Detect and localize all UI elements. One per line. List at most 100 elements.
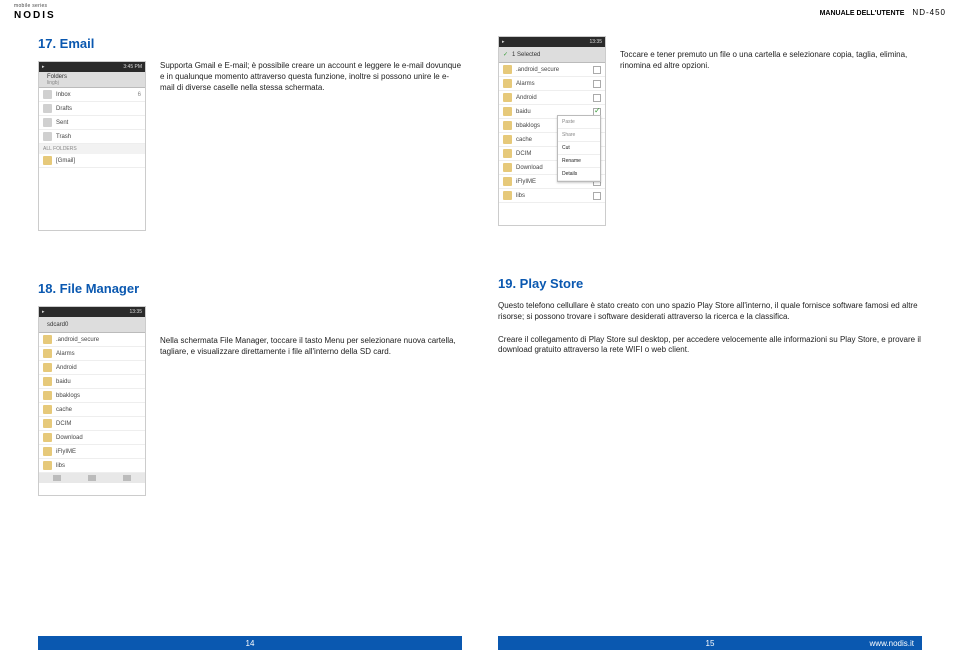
menu-item-details[interactable]: Details (558, 168, 600, 181)
content-left: 17. Email ▸ 3:45 PM Folders lingbj Inbox… (38, 36, 462, 620)
folder-icon (43, 156, 52, 165)
brand-block: mobile series NODIS (14, 3, 56, 21)
mail-icon (43, 132, 52, 141)
file-row[interactable]: .android_secure (39, 333, 145, 347)
screenshot-filemgr: ▸ 13:35 sdcard0 .android_secureAlarmsAnd… (38, 306, 146, 496)
selected-count: 1 Selected (512, 52, 540, 58)
folder-icon (503, 79, 512, 88)
section-19-p1: Toccare e tener premuto un file o una ca… (620, 36, 922, 72)
screenshot-selection: ▸ 13:35 ✓ 1 Selected .android_secureAlar… (498, 36, 606, 226)
file-row[interactable]: bbaklogs (39, 389, 145, 403)
sort-button[interactable] (53, 475, 61, 481)
page-header-right: MANUALE DELL'UTENTE ND-450 (480, 0, 960, 24)
folder-row[interactable]: Drafts (39, 102, 145, 116)
file-row[interactable]: Download (39, 431, 145, 445)
check-icon: ✓ (503, 51, 508, 58)
section-19-top-row: ▸ 13:35 ✓ 1 Selected .android_secureAlar… (498, 36, 922, 226)
selection-header: ✓ 1 Selected (499, 47, 605, 63)
folder-icon (503, 177, 512, 186)
file-row-selectable[interactable]: Android (499, 91, 605, 105)
file-row[interactable]: Alarms (39, 347, 145, 361)
path-header: sdcard0 (39, 317, 145, 333)
checkbox[interactable] (593, 66, 601, 74)
page-number-left: 14 (246, 639, 255, 648)
checkbox[interactable] (593, 80, 601, 88)
signal-icon: ▸ (502, 39, 505, 45)
folder-icon (43, 433, 52, 442)
menu-item-paste: Paste (558, 116, 600, 129)
file-row[interactable]: cache (39, 403, 145, 417)
brand-main: NODIS (14, 10, 56, 21)
folder-icon (503, 163, 512, 172)
screenshot-email: ▸ 3:45 PM Folders lingbj Inbox6DraftsSen… (38, 61, 146, 231)
file-list: .android_secureAlarmsAndroidbaidubbaklog… (39, 333, 145, 473)
mail-icon (43, 90, 52, 99)
path-text: sdcard0 (47, 322, 68, 328)
file-row[interactable]: baidu (39, 375, 145, 389)
status-bar: ▸ 3:45 PM (39, 62, 145, 72)
folder-icon (43, 405, 52, 414)
file-row[interactable]: iFlyIME (39, 445, 145, 459)
menu-item-rename[interactable]: Rename (558, 155, 600, 168)
section-18-body: Nella schermata File Manager, toccare il… (160, 306, 462, 358)
section-19-p2: Questo telefono cellullare è stato creat… (498, 301, 922, 323)
wifi-icon: ▸ (42, 64, 45, 70)
email-folder-list: Inbox6DraftsSentTrash (39, 88, 145, 144)
folder-row[interactable]: Sent (39, 116, 145, 130)
section-19-title: 19. Play Store (498, 276, 922, 291)
folder-icon (503, 65, 512, 74)
view-button[interactable] (88, 475, 96, 481)
all-folders-label: ALL FOLDERS (39, 144, 145, 154)
gmail-folder[interactable]: [Gmail] (39, 154, 145, 168)
file-row-selectable[interactable]: libs (499, 189, 605, 203)
account-name: lingbj (47, 80, 59, 86)
sd-icon: ▸ (42, 309, 45, 315)
status-time: 3:45 PM (123, 64, 142, 70)
page-header-left: mobile series NODIS (0, 0, 480, 24)
bottom-toolbar (39, 473, 145, 483)
section-18-title: 18. File Manager (38, 281, 462, 296)
folder-icon (43, 377, 52, 386)
folder-icon (43, 363, 52, 372)
folder-icon (503, 135, 512, 144)
status-bar: ▸ 13:35 (499, 37, 605, 47)
menu-item-cut[interactable]: Cut (558, 142, 600, 155)
folder-icon (43, 461, 52, 470)
checkbox[interactable] (593, 94, 601, 102)
folders-header: Folders lingbj (39, 72, 145, 88)
footer-right: 15 www.nodis.it (498, 636, 922, 650)
folder-row[interactable]: Inbox6 (39, 88, 145, 102)
folder-row[interactable]: Trash (39, 130, 145, 144)
file-row-selectable[interactable]: Alarms (499, 77, 605, 91)
page-right: MANUALE DELL'UTENTE ND-450 ▸ 13:35 ✓ 1 S… (480, 0, 960, 660)
section-17-title: 17. Email (38, 36, 462, 51)
mail-icon (43, 118, 52, 127)
section-17-body: Supporta Gmail e E-mail; è possibile cre… (160, 61, 462, 93)
status-bar: ▸ 13:35 (39, 307, 145, 317)
folder-icon (503, 93, 512, 102)
checkbox[interactable] (593, 192, 601, 200)
page-left: mobile series NODIS 17. Email ▸ 3:45 PM … (0, 0, 480, 660)
section-19-p3: Creare il collegamento di Play Store sul… (498, 335, 922, 357)
folder-icon (43, 447, 52, 456)
folder-icon (503, 107, 512, 116)
file-row[interactable]: Android (39, 361, 145, 375)
context-menu[interactable]: PasteShareCutRenameDetails (557, 115, 601, 182)
folder-icon (503, 121, 512, 130)
file-row[interactable]: DCIM (39, 417, 145, 431)
folder-icon (503, 149, 512, 158)
folder-icon (43, 335, 52, 344)
folder-icon (43, 391, 52, 400)
file-row-selectable[interactable]: .android_secure (499, 63, 605, 77)
mail-icon (43, 104, 52, 113)
page-number-right: 15 (706, 639, 715, 648)
file-row[interactable]: libs (39, 459, 145, 473)
content-right: ▸ 13:35 ✓ 1 Selected .android_secureAlar… (498, 36, 922, 620)
model-label: ND-450 (912, 8, 946, 17)
menu-item-share: Share (558, 129, 600, 142)
footer-left: 14 (38, 636, 462, 650)
section-17-row: ▸ 3:45 PM Folders lingbj Inbox6DraftsSen… (38, 61, 462, 231)
footer-url: www.nodis.it (870, 639, 914, 648)
filter-button[interactable] (123, 475, 131, 481)
folder-icon (43, 349, 52, 358)
